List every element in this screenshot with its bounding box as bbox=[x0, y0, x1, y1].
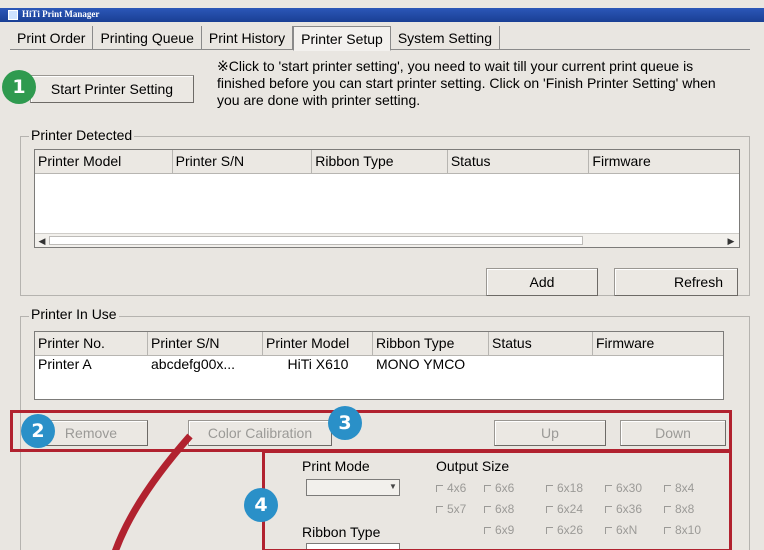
step-badge-3: 3 bbox=[328, 406, 362, 440]
print-manager-window: HiTi Print Manager Print Order Printing … bbox=[0, 0, 764, 550]
step-badge-4: 4 bbox=[244, 488, 278, 522]
step-badge-1: 1 bbox=[2, 70, 36, 104]
arrow-path bbox=[112, 433, 193, 550]
annotation-arrow bbox=[112, 433, 193, 550]
step-badge-2: 2 bbox=[21, 414, 55, 448]
